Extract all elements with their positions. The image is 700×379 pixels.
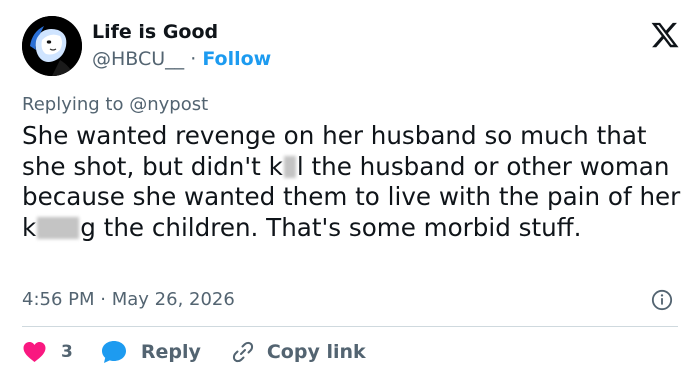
link-icon (232, 341, 253, 363)
copy-link-button[interactable]: Copy link (231, 340, 366, 364)
reply-context: Replying to @nypost (22, 94, 208, 115)
heart-icon (23, 342, 46, 362)
author-handle[interactable]: @HBCU__ (92, 48, 184, 70)
copy-link-label: Copy link (266, 341, 366, 363)
action-bar: 3 Reply Copy link (22, 338, 366, 366)
follow-button[interactable]: Follow (202, 48, 271, 70)
reply-button[interactable]: Reply (101, 340, 201, 364)
reply-mention[interactable]: @nypost (129, 94, 208, 115)
info-icon[interactable] (651, 289, 673, 311)
tweet-time: 4:56 PM (22, 289, 95, 310)
like-count: 3 (61, 342, 73, 362)
divider (22, 326, 678, 327)
avatar[interactable] (22, 16, 82, 76)
handle-separator: · (190, 48, 197, 70)
timestamp-separator: · (100, 289, 106, 310)
tweet-timestamp[interactable]: 4:56 PM · May 26, 2026 (22, 289, 235, 310)
censor-blur (283, 155, 296, 178)
like-button[interactable]: 3 (22, 341, 73, 363)
reply-label: Reply (140, 341, 201, 363)
avatar-portrait-icon (22, 16, 82, 76)
x-logo-icon[interactable] (650, 20, 680, 50)
reply-prefix: Replying to (22, 94, 124, 115)
tweet-text-segment: g the children. That's some morbid stuff… (80, 212, 582, 242)
speech-bubble-icon (101, 341, 126, 363)
censor-blur (37, 216, 80, 239)
tweet-text: She wanted revenge on her husband so muc… (22, 121, 687, 243)
tweet-date: May 26, 2026 (111, 289, 235, 310)
author-name[interactable]: Life is Good (92, 21, 218, 43)
author-handle-row: @HBCU__ · Follow (92, 48, 271, 70)
